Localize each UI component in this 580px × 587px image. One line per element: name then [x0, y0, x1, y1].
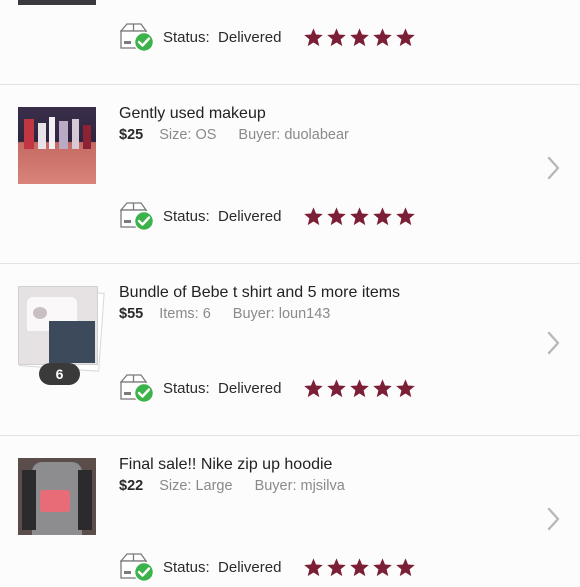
item-size: Size: OS	[159, 127, 217, 143]
item-title: Gently used makeup	[119, 105, 266, 122]
star-icon	[373, 378, 393, 397]
status-row: Status: Delivered	[119, 552, 418, 583]
star-icon	[304, 378, 324, 397]
item-count: Items: 6	[159, 306, 211, 322]
item-buyer: Buyer: loun143	[232, 306, 331, 322]
delivered-package-icon	[119, 22, 155, 53]
item-meta: $55 Items: 6 Buyer: loun143	[119, 306, 330, 322]
item-thumbnail	[18, 286, 98, 365]
item-thumbnail	[18, 107, 96, 184]
status-row: Status: Delivered	[119, 22, 418, 53]
chevron-right-icon[interactable]	[543, 155, 563, 181]
star-icon	[350, 378, 370, 397]
star-icon	[350, 557, 370, 576]
item-price: $25	[119, 127, 144, 143]
star-icon	[327, 557, 347, 576]
star-icon	[396, 27, 416, 46]
star-icon	[327, 27, 347, 46]
star-icon	[396, 557, 416, 576]
item-meta: $22 Size: Large Buyer: mjsilva	[119, 478, 345, 494]
status-text: Status: Delivered	[163, 207, 282, 225]
star-icon	[304, 27, 324, 46]
status-row: Status: Delivered	[119, 373, 418, 404]
order-row-1[interactable]: Gently used makeup $25 Size: OS Buyer: duo…	[0, 85, 580, 264]
chevron-right-icon[interactable]	[543, 330, 563, 356]
item-thumbnail	[18, 0, 96, 5]
star-icon	[304, 206, 324, 225]
order-row-3[interactable]: Final sale!! Nike zip up hoodie $22 Size:…	[0, 436, 580, 586]
item-buyer: Buyer: mjsilva	[254, 478, 345, 494]
status-text: Status: Delivered	[163, 558, 282, 576]
star-icon	[327, 378, 347, 397]
star-icon	[396, 378, 416, 397]
item-meta: $25 Size: OS Buyer: duolabear	[119, 127, 349, 143]
delivered-package-icon	[119, 201, 155, 232]
item-title: Bundle of Bebe t shirt and 5 more items	[119, 284, 401, 301]
status-text: Status: Delivered	[163, 28, 282, 46]
chevron-right-icon[interactable]	[543, 506, 563, 532]
delivered-package-icon	[119, 373, 155, 404]
order-row-0[interactable]: Status: Delivered	[0, 0, 580, 85]
star-icon	[373, 27, 393, 46]
delivered-package-icon	[119, 552, 155, 583]
star-icon	[304, 557, 324, 576]
star-icon	[327, 206, 347, 225]
star-icon	[350, 206, 370, 225]
item-thumbnail	[18, 458, 96, 535]
star-icon	[350, 27, 370, 46]
star-icon	[373, 206, 393, 225]
item-buyer: Buyer: duolabear	[238, 127, 349, 143]
item-price: $22	[119, 478, 144, 494]
star-icon	[373, 557, 393, 576]
item-price: $55	[119, 306, 144, 322]
rating-stars	[303, 206, 418, 227]
status-text: Status: Delivered	[163, 379, 282, 397]
status-row: Status: Delivered	[119, 201, 418, 232]
order-row-2[interactable]: 6 Bundle of Bebe t shirt and 5 more item…	[0, 264, 580, 436]
item-title: Final sale!! Nike zip up hoodie	[119, 456, 333, 473]
rating-stars	[303, 378, 418, 399]
star-icon	[396, 206, 416, 225]
rating-stars	[303, 557, 418, 578]
rating-stars	[303, 27, 418, 48]
item-count-badge: 6	[39, 363, 80, 385]
item-size: Size: Large	[159, 478, 233, 494]
